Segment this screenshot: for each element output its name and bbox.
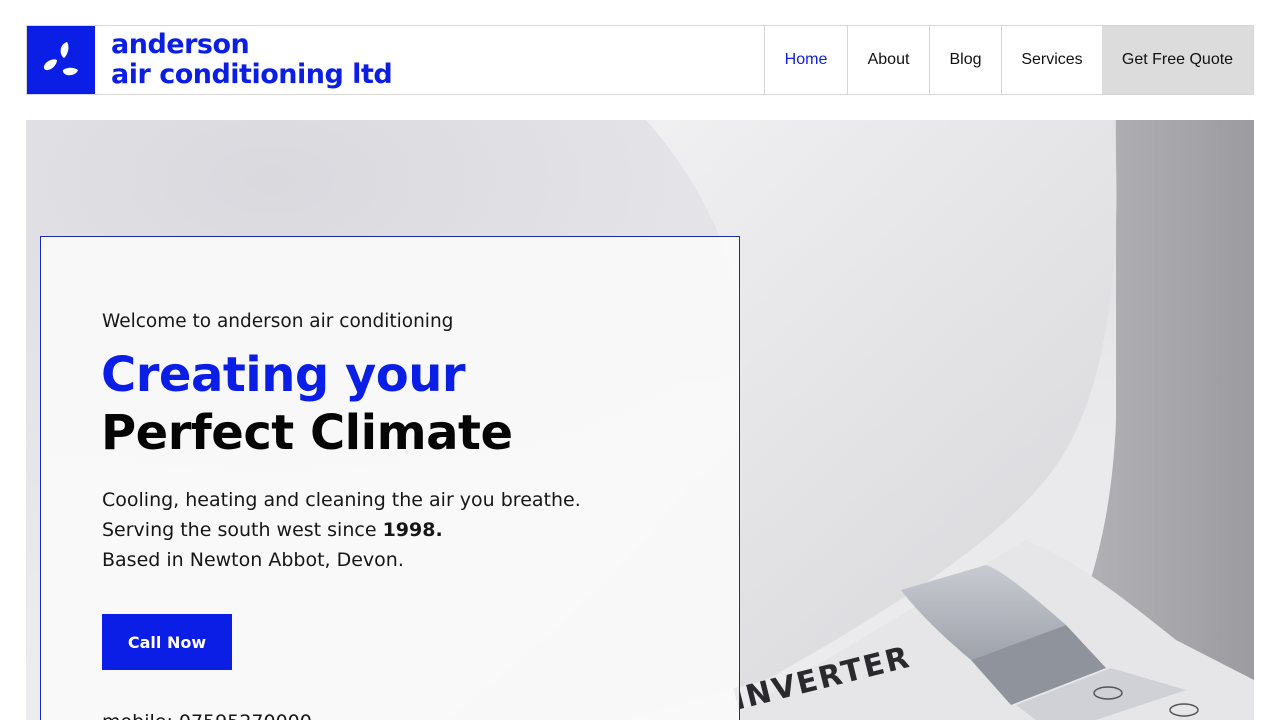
call-now-button[interactable]: Call Now — [102, 614, 232, 670]
nav-blog[interactable]: Blog — [929, 26, 1001, 94]
nav-home[interactable]: Home — [764, 26, 847, 94]
mobile-number[interactable]: mobile: 07595270000 — [102, 711, 312, 720]
get-free-quote-button[interactable]: Get Free Quote — [1102, 26, 1253, 94]
site-header: anderson air conditioning ltd Home About… — [26, 25, 1254, 95]
hero-description: Cooling, heating and cleaning the air yo… — [102, 485, 581, 575]
desc-line-3: Based in Newton Abbot, Devon. — [102, 549, 404, 571]
desc-line-2-prefix: Serving the south west since — [102, 519, 383, 541]
desc-line-2: Serving the south west since 1998. — [102, 515, 581, 545]
brand-name[interactable]: anderson air conditioning ltd — [95, 26, 393, 94]
headline-line-2: Perfect Climate — [101, 405, 513, 461]
main-nav: Home About Blog Services Get Free Quote — [764, 26, 1253, 94]
nav-services[interactable]: Services — [1001, 26, 1102, 94]
brand-line-1: anderson — [111, 29, 250, 60]
logo[interactable] — [27, 26, 95, 94]
welcome-text: Welcome to anderson air conditioning — [102, 311, 454, 332]
since-year: 1998. — [382, 519, 443, 541]
brand-line-2: air conditioning ltd — [111, 59, 393, 90]
fan-icon — [43, 42, 78, 76]
nav-about[interactable]: About — [847, 26, 929, 94]
desc-line-1: Cooling, heating and cleaning the air yo… — [102, 489, 581, 511]
hero-card: Welcome to anderson air conditioning Cre… — [40, 236, 740, 720]
headline-line-1: Creating your — [101, 347, 466, 403]
